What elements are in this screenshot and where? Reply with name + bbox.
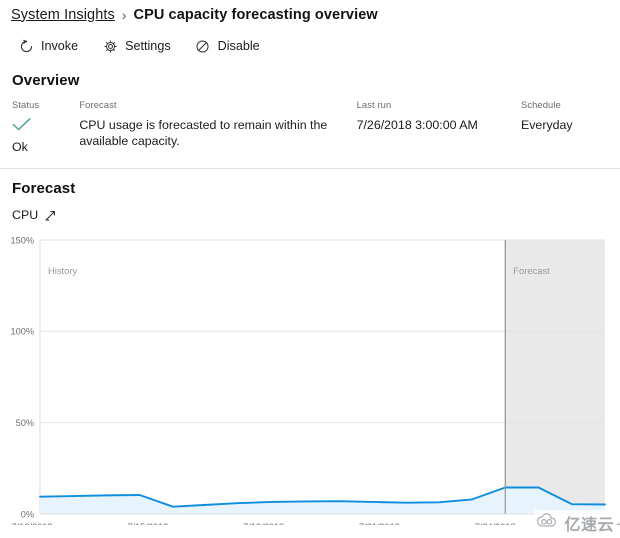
invoke-label: Invoke [41,39,79,53]
forecast-column: Forecast CPU usage is forecasted to rema… [79,99,356,154]
overview-section-title: Overview [12,72,80,89]
x-tick-label: 7/12/2018 [12,522,53,525]
chart-canvas: 0% 50% 100% 150% History Forecast 7/12/2018 7/1… [11,235,620,525]
schedule-header: Schedule [520,99,561,110]
cpu-forecast-chart: 0% 50% 100% 150% History Forecast 7/12/2018 7/1… [0,230,620,525]
forecast-value: CPU usage is forecasted to remain within… [79,118,328,148]
history-region-label: History [48,265,77,276]
breadcrumb-parent-link[interactable]: System Insights [11,7,115,23]
section-divider [0,168,620,169]
page-title: CPU capacity forecasting overview [133,6,378,23]
checkmark-icon [12,117,79,138]
refresh-icon [18,38,34,54]
forecast-section-title: Forecast [12,180,76,197]
x-tick-label: 7/21/2018 [359,522,400,525]
y-tick-label: 50% [16,418,34,428]
schedule-column: Schedule Everyday [521,99,620,154]
cloud-logo-icon [536,512,562,534]
overview-details: Status Ok Forecast CPU usage is forecast… [0,99,620,154]
schedule-value: Everyday [520,118,573,132]
disable-button[interactable]: Disable [195,34,260,58]
forecast-header: Forecast [79,99,117,110]
x-tick-label: 7/24/2018 [475,522,516,525]
y-tick-label: 100% [11,327,35,337]
block-icon [195,38,211,54]
watermark-text: 亿速云 [564,517,614,534]
last-run-header: Last run [356,99,392,110]
breadcrumb: System Insights › CPU capacity forecasti… [0,0,620,23]
gear-icon [102,38,118,54]
last-run-column: Last run 7/26/2018 3:00:00 AM [357,99,521,154]
status-header: Status [12,99,40,110]
forecast-region-label: Forecast [513,265,550,276]
watermark: 亿速云 [534,510,616,536]
settings-button[interactable]: Settings [102,34,171,58]
invoke-button[interactable]: Invoke [18,34,78,58]
metric-header: CPU [0,208,620,222]
forecast-band [505,240,605,514]
command-bar: Invoke Settings Disable [0,31,620,61]
expand-diagonal-icon[interactable] [44,209,57,222]
last-run-value: 7/26/2018 3:00:00 AM [356,118,478,132]
y-tick-label: 150% [11,235,35,245]
settings-label: Settings [125,39,171,53]
x-tick-label: 7/18/2018 [243,522,284,525]
metric-label: CPU [12,208,39,222]
breadcrumb-separator-icon: › [121,6,127,23]
status-value: Ok [12,140,28,154]
y-tick-label: 0% [21,509,34,519]
x-tick-label: 7/15/2018 [127,522,168,525]
disable-label: Disable [217,39,260,53]
status-column: Status Ok [12,99,79,154]
